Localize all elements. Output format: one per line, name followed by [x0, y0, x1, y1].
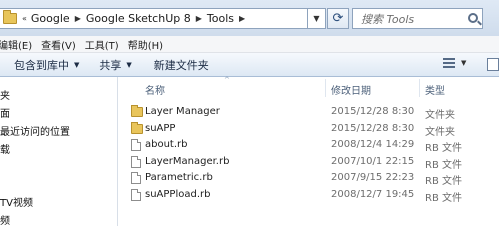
refresh-button[interactable]: ⟳	[327, 8, 349, 29]
nav-item-tv-video[interactable]: TV视频	[0, 194, 33, 209]
document-icon	[131, 155, 141, 168]
file-row[interactable]: Parametric.rb 2007/9/15 22:23 RB 文件	[118, 170, 499, 187]
column-divider[interactable]	[325, 79, 326, 97]
file-row[interactable]: LayerManager.rb 2007/10/1 22:15 RB 文件	[118, 154, 499, 171]
breadcrumb-google[interactable]: Google	[31, 12, 70, 25]
breadcrumb-separator-icon[interactable]: ▶	[75, 14, 81, 23]
refresh-icon: ⟳	[332, 11, 344, 26]
include-in-library-button[interactable]: 包含到库中 ▼	[14, 57, 79, 73]
file-date: 2015/12/28 8:30	[331, 106, 415, 117]
sort-indicator-icon: ^	[224, 76, 230, 84]
column-name-label: 名称	[145, 86, 165, 97]
breadcrumb-sketchup[interactable]: Google SketchUp 8	[86, 12, 191, 25]
breadcrumb-separator-icon[interactable]: ▶	[196, 14, 202, 23]
chevron-down-icon: ▼	[74, 60, 80, 69]
file-name: Layer Manager	[145, 106, 220, 117]
document-icon	[131, 172, 141, 184]
view-icon	[443, 58, 455, 68]
file-type: RB 文件	[425, 159, 462, 171]
file-row[interactable]: about.rb 2008/12/4 14:29 RB 文件	[118, 137, 499, 154]
column-divider[interactable]	[419, 79, 420, 97]
file-name: Parametric.rb	[145, 172, 213, 183]
menu-view[interactable]: 查看(V)	[41, 37, 85, 52]
address-history-dropdown[interactable]: ▼	[308, 8, 326, 29]
breadcrumb-tools[interactable]: Tools	[207, 12, 234, 25]
nav-item-downloads[interactable]: 载	[0, 141, 10, 156]
chevron-down-icon: ▼	[126, 60, 132, 69]
search-placeholder: 搜索 Tools	[361, 12, 415, 26]
menu-bar: 编辑(E) 查看(V) 工具(T) 帮助(H)	[0, 36, 499, 53]
preview-pane-button[interactable]	[487, 58, 499, 71]
share-label: 共享	[99, 58, 122, 72]
address-bar-row: « Google ▶ Google SketchUp 8 ▶ Tools ▶ ▼…	[0, 0, 499, 36]
nav-item-video[interactable]: 频	[0, 212, 10, 227]
file-row[interactable]: Layer Manager 2015/12/28 8:30 文件夹	[118, 104, 499, 121]
file-type: 文件夹	[425, 126, 455, 138]
file-list: 名称 ^ 修改日期 类型 Layer Manager 2015/12/28 8:3…	[118, 76, 499, 226]
file-type: RB 文件	[425, 143, 462, 154]
column-header-type[interactable]: 类型	[425, 82, 445, 97]
menu-help[interactable]: 帮助(H)	[128, 37, 172, 52]
column-type-label: 类型	[425, 86, 445, 97]
file-type: RB 文件	[425, 192, 462, 204]
file-date: 2008/12/4 14:29	[331, 139, 415, 150]
column-date-label: 修改日期	[331, 86, 371, 97]
file-name: LayerManager.rb	[145, 155, 230, 167]
file-date: 2007/9/15 22:23	[331, 172, 415, 183]
column-header-name[interactable]: 名称	[145, 82, 165, 97]
file-row[interactable]: suAPP 2015/12/28 8:30 文件夹	[118, 121, 499, 138]
new-folder-label: 新建文件夹	[153, 58, 209, 72]
file-row[interactable]: suAPPload.rb 2008/12/7 19:45 RB 文件	[118, 187, 499, 204]
column-header-date[interactable]: 修改日期	[331, 82, 371, 97]
change-view-button[interactable]: ▼	[443, 58, 466, 68]
navigation-pane: 夹 面 最近访问的位置 载 TV视频 频	[0, 77, 118, 227]
new-folder-button[interactable]: 新建文件夹	[154, 57, 209, 73]
file-type: RB 文件	[425, 176, 462, 187]
file-type: 文件夹	[425, 110, 455, 121]
menu-tools[interactable]: 工具(T)	[85, 37, 128, 52]
nav-item-desktop[interactable]: 面	[0, 105, 10, 120]
folder-icon	[131, 121, 143, 134]
include-in-library-label: 包含到库中	[14, 58, 69, 72]
address-bar[interactable]: « Google ▶ Google SketchUp 8 ▶ Tools ▶	[0, 8, 308, 29]
command-toolbar: 包含到库中 ▼ 共享 ▼ 新建文件夹 ▼	[0, 53, 499, 77]
search-input[interactable]: 搜索 Tools	[352, 8, 483, 29]
chevron-down-icon: ▼	[461, 59, 467, 67]
file-name: about.rb	[145, 139, 188, 150]
file-name: suAPPload.rb	[145, 188, 211, 200]
folder-icon	[131, 105, 143, 117]
file-date: 2015/12/28 8:30	[331, 122, 415, 134]
document-icon	[131, 188, 141, 201]
overflow-chevron[interactable]: «	[22, 14, 27, 23]
search-icon[interactable]	[468, 13, 478, 23]
share-button[interactable]: 共享 ▼	[99, 57, 131, 73]
file-date: 2008/12/7 19:45	[331, 188, 415, 200]
file-name: suAPP	[145, 122, 176, 134]
folder-icon	[3, 10, 17, 24]
nav-item-folder[interactable]: 夹	[0, 87, 10, 102]
file-date: 2007/10/1 22:15	[331, 155, 415, 167]
document-icon	[131, 139, 141, 151]
menu-edit[interactable]: 编辑(E)	[0, 37, 41, 52]
breadcrumb: Google ▶ Google SketchUp 8 ▶ Tools ▶	[31, 12, 250, 25]
nav-item-recent-places[interactable]: 最近访问的位置	[0, 123, 70, 138]
breadcrumb-separator-icon[interactable]: ▶	[239, 14, 245, 23]
